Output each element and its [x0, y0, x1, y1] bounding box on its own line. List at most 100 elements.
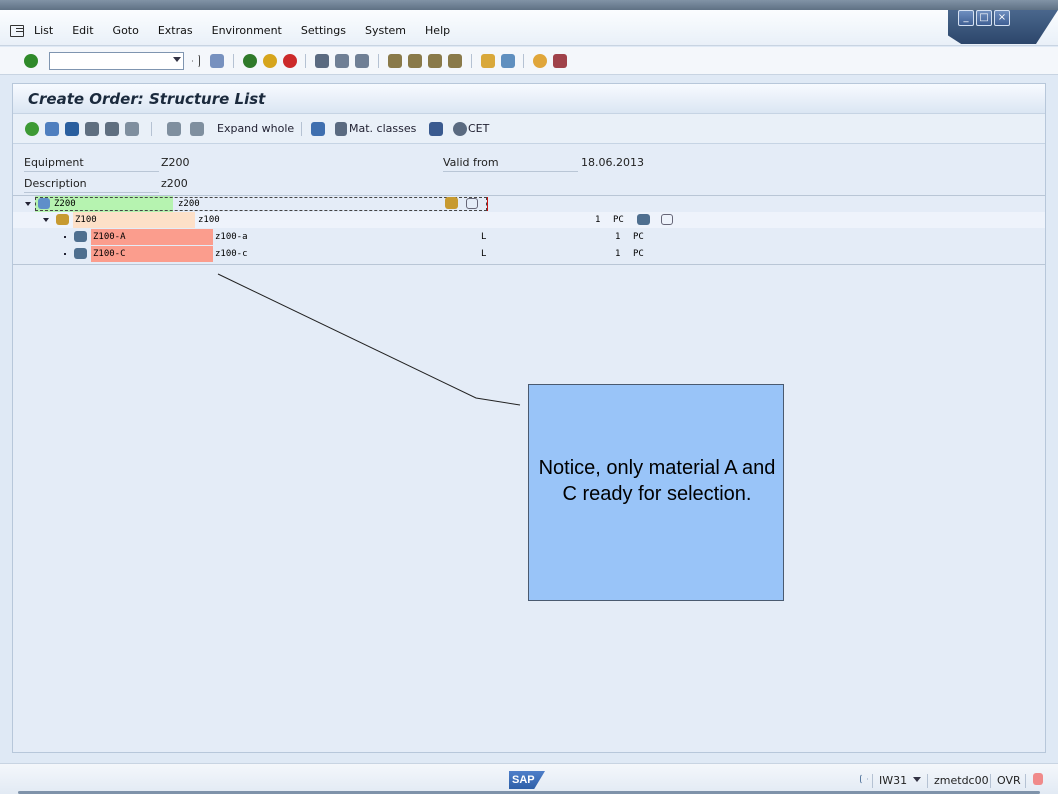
close-button[interactable]: × [994, 10, 1010, 26]
detail-icon[interactable] [45, 122, 59, 136]
menu-bar: List Edit Goto Extras Environment Settin… [10, 24, 469, 37]
status-indicator-icon [1033, 773, 1043, 785]
tree-item-unit: PC [633, 249, 644, 259]
tree-item-desc: z200 [178, 199, 200, 209]
menu-list[interactable]: List [34, 24, 53, 37]
menu-edit[interactable]: Edit [72, 24, 93, 37]
mat-classes-button[interactable]: Mat. classes [349, 122, 416, 135]
tree-item-unit: PC [633, 232, 644, 242]
tree-item-id: Z200 [54, 199, 76, 209]
refresh-icon[interactable] [65, 122, 79, 136]
link-icon[interactable] [453, 122, 467, 136]
separator [233, 54, 234, 68]
tree-row[interactable]: Z200 z200 [13, 196, 1045, 212]
last-page-icon[interactable] [448, 54, 462, 68]
separator [990, 774, 991, 788]
enter-check-icon[interactable] [24, 54, 38, 68]
valid-from-label: Valid from [443, 156, 499, 169]
collapse-icon[interactable] [190, 122, 204, 136]
separator [1025, 774, 1026, 788]
navigation-icon[interactable] [311, 122, 325, 136]
minimize-button[interactable]: _ [958, 10, 974, 26]
frame-edge [487, 197, 488, 211]
annotation-callout: Notice, only material A and C ready for … [528, 384, 784, 601]
find-next-icon[interactable] [355, 54, 369, 68]
layout-menu-icon[interactable] [553, 54, 567, 68]
cet-button[interactable]: CET [468, 122, 489, 135]
separator [305, 54, 306, 68]
deselect-all-icon[interactable] [105, 122, 119, 136]
back-icon[interactable] [243, 54, 257, 68]
bullet-icon [64, 236, 66, 238]
tree-item-type: L [481, 249, 487, 259]
expand-whole-button[interactable]: Expand whole [217, 122, 294, 135]
check-icon[interactable] [25, 122, 39, 136]
filter-icon[interactable] [661, 214, 673, 225]
transaction-code[interactable]: IW31 [879, 774, 907, 787]
tree-row[interactable]: Z100 z100 1 PC [13, 212, 1045, 228]
expand-icon[interactable] [167, 122, 181, 136]
field-underline [24, 192, 159, 193]
shortcut-icon[interactable] [501, 54, 515, 68]
print-icon[interactable] [315, 54, 329, 68]
chevron-down-icon[interactable] [173, 57, 181, 62]
material-icon[interactable] [637, 214, 650, 225]
chevron-down-icon[interactable] [913, 777, 921, 782]
window-controls: _ □ × [948, 10, 1058, 44]
separator [927, 774, 928, 788]
command-field[interactable] [49, 52, 184, 70]
menu-settings[interactable]: Settings [301, 24, 346, 37]
separator [151, 122, 152, 136]
select-all-icon[interactable] [85, 122, 99, 136]
filter-icon[interactable] [466, 198, 478, 209]
window-top-border [0, 0, 1058, 10]
insert-mode[interactable]: OVR [997, 774, 1021, 787]
page-title: Create Order: Structure List [28, 90, 266, 108]
menu-goto[interactable]: Goto [113, 24, 139, 37]
description-label: Description [24, 177, 87, 190]
exit-icon[interactable] [263, 54, 277, 68]
menu-system[interactable]: System [365, 24, 406, 37]
play-icon[interactable] [860, 774, 868, 784]
description-value: z200 [161, 177, 188, 190]
equipment-icon [38, 198, 50, 209]
next-page-icon[interactable] [428, 54, 442, 68]
back-arrow-icon[interactable] [192, 54, 200, 68]
binoculars-icon[interactable] [335, 122, 347, 136]
tree-row[interactable]: Z100-A z100-a L 1 PC [13, 229, 1045, 245]
tree-item-desc: z100-c [215, 249, 248, 259]
field-underline [24, 171, 159, 172]
expand-triangle-icon[interactable] [43, 218, 49, 222]
menu-help[interactable]: Help [425, 24, 450, 37]
equipment-value: Z200 [161, 156, 190, 169]
menu-environment[interactable]: Environment [212, 24, 282, 37]
tree-row[interactable]: Z100-C z100-c L 1 PC [13, 246, 1045, 262]
first-page-icon[interactable] [388, 54, 402, 68]
find-icon[interactable] [335, 54, 349, 68]
tree-item-qty: 1 [595, 215, 601, 225]
tree-item-id: Z100 [75, 215, 97, 225]
title-bar: Create Order: Structure List [13, 84, 1045, 114]
sap-logo: SAP [509, 771, 545, 789]
create-session-icon[interactable] [481, 54, 495, 68]
tree-item-qty: 1 [615, 232, 621, 242]
help-icon[interactable] [533, 54, 547, 68]
hierarchy-icon[interactable] [445, 197, 458, 209]
menu-extras[interactable]: Extras [158, 24, 193, 37]
save-icon[interactable] [210, 54, 224, 68]
cancel-icon[interactable] [283, 54, 297, 68]
copy-icon[interactable] [429, 122, 443, 136]
maximize-button[interactable]: □ [976, 10, 992, 26]
structure-tree: Z200 z200 Z100 z100 1 PC Z100-A z100-a L… [13, 195, 1045, 265]
list-icon[interactable] [125, 122, 139, 136]
separator [523, 54, 524, 68]
separator [301, 122, 302, 136]
material-icon [74, 231, 87, 242]
previous-page-icon[interactable] [408, 54, 422, 68]
menu-toggle-icon[interactable] [10, 24, 24, 37]
assembly-icon [56, 214, 69, 225]
application-toolbar: Expand whole Mat. classes CET [13, 114, 1045, 144]
status-bar: SAP IW31 zmetdc00 OVR [0, 763, 1058, 794]
separator [872, 774, 873, 788]
expand-triangle-icon[interactable] [25, 202, 31, 206]
